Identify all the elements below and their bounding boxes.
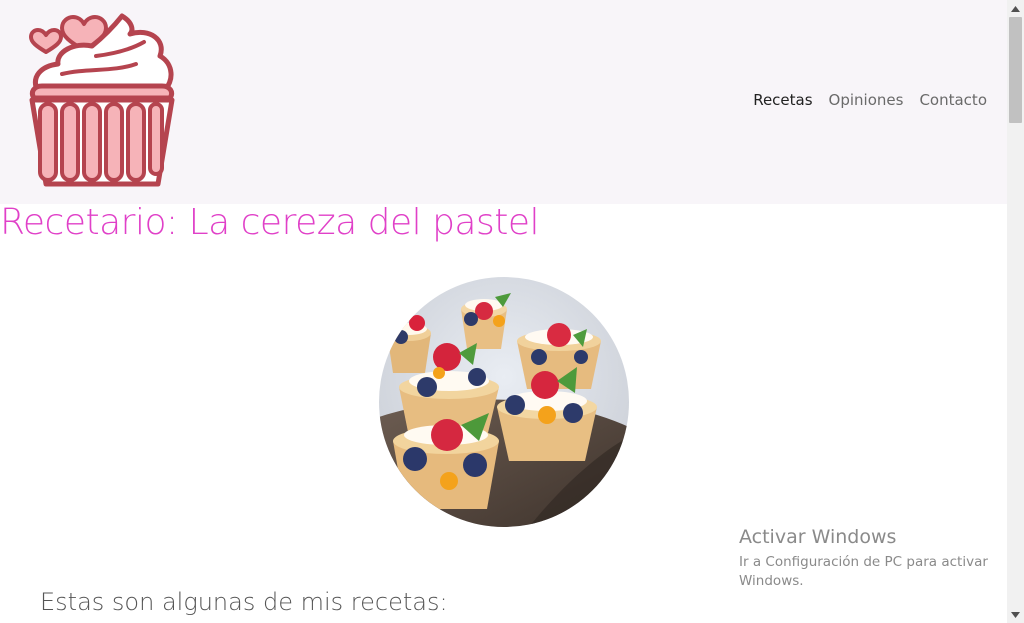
page-title: Recetario: La cereza del pastel	[0, 202, 540, 243]
scroll-down-arrow-icon[interactable]	[1007, 606, 1024, 623]
cupcake-logo-icon[interactable]	[26, 12, 178, 190]
watermark-title: Activar Windows	[739, 526, 897, 548]
nav-link-recetas[interactable]: Recetas	[753, 91, 812, 109]
vertical-scrollbar[interactable]	[1007, 0, 1024, 623]
main-nav: Recetas Opiniones Contacto	[753, 91, 987, 109]
recipes-section-heading: Estas son algunas de mis recetas:	[40, 588, 448, 616]
fruit-tartlets-photo	[379, 277, 629, 527]
nav-link-contacto[interactable]: Contacto	[919, 91, 987, 109]
tartlet-back-left	[387, 315, 431, 373]
scrollbar-thumb[interactable]	[1009, 17, 1022, 123]
hero-image	[379, 277, 629, 527]
scroll-up-arrow-icon[interactable]	[1007, 0, 1024, 17]
navbar: Recetas Opiniones Contacto	[0, 0, 1007, 204]
watermark-subtitle: Ir a Configuración de PC para activar Wi…	[739, 553, 988, 590]
windows-activation-watermark: Activar Windows Ir a Configuración de PC…	[739, 526, 1001, 592]
nav-link-opiniones[interactable]: Opiniones	[829, 91, 904, 109]
